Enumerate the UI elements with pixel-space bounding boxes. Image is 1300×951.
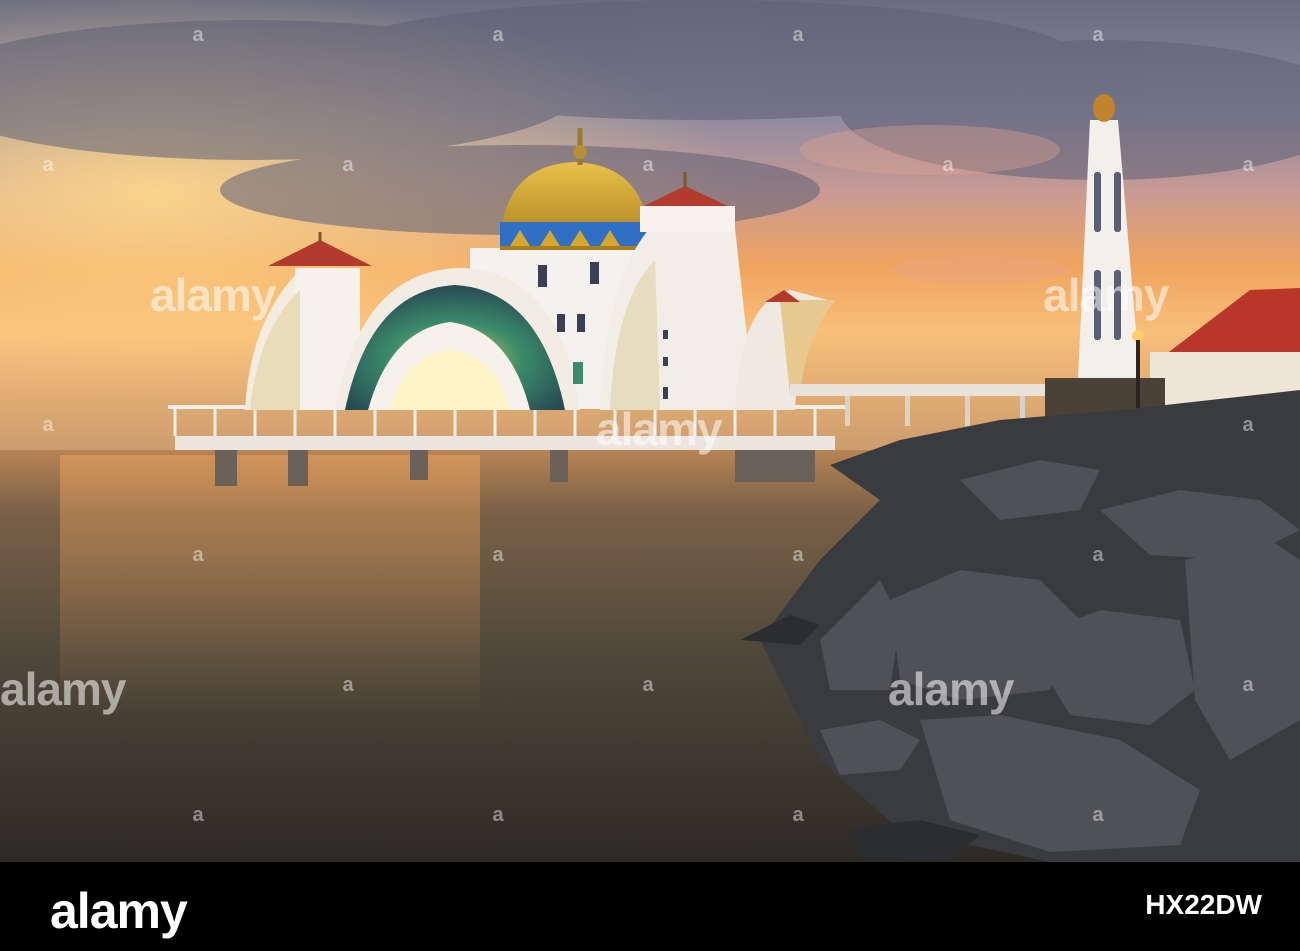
watermark-center: alamy xyxy=(150,269,276,321)
watermark-mark: a xyxy=(42,154,54,176)
watermark-rocks: alamy xyxy=(888,663,1014,715)
stock-photo-frame: alamy alamy alamy alamy alamy a a a a a … xyxy=(0,0,1300,951)
watermark-mark: a xyxy=(192,544,204,566)
watermark-mark: a xyxy=(42,414,54,436)
watermark-mark: a xyxy=(792,24,804,46)
image-id-label: HX22DW xyxy=(1145,889,1262,920)
watermark-mark: a xyxy=(1092,804,1104,826)
watermark-mark: a xyxy=(1242,674,1254,696)
watermark-mark: a xyxy=(642,674,654,696)
watermark-mark: a xyxy=(342,674,354,696)
watermark-mid: alamy xyxy=(596,403,722,455)
watermark-mark: a xyxy=(1242,414,1254,436)
watermark-mark: a xyxy=(342,154,354,176)
watermark-mark: a xyxy=(1242,154,1254,176)
brand-logo[interactable]: alamy xyxy=(50,882,188,940)
watermark-mark: a xyxy=(492,804,504,826)
watermark-mark: a xyxy=(942,154,954,176)
watermark-mark: a xyxy=(1092,24,1104,46)
watermark-mark: a xyxy=(492,24,504,46)
watermark-mark: a xyxy=(192,24,204,46)
watermark-mark: a xyxy=(1092,544,1104,566)
watermark-mark: a xyxy=(792,544,804,566)
watermark-mark: a xyxy=(492,544,504,566)
watermark-right: alamy xyxy=(1043,269,1169,321)
watermark-mark: a xyxy=(792,804,804,826)
watermark-left: alamy xyxy=(0,663,126,715)
watermark-mark: a xyxy=(192,804,204,826)
footer-bar: alamy HX22DW xyxy=(0,862,1300,951)
watermark-mark: a xyxy=(642,154,654,176)
